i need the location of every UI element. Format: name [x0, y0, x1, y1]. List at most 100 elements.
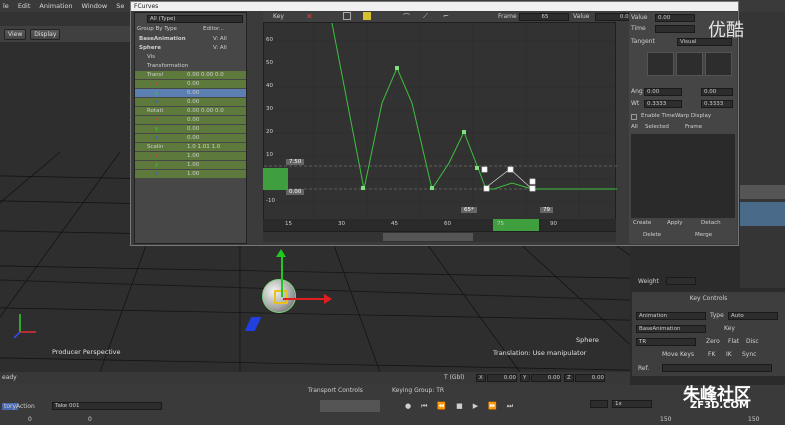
tangent-linear-icon[interactable]: ⟋ — [423, 12, 428, 21]
manipulator-x-arrow[interactable] — [324, 294, 332, 304]
tree-row[interactable]: Vis — [135, 53, 246, 61]
tree-row[interactable]: z 1.00 — [135, 170, 246, 178]
frame-button[interactable]: Frame — [685, 124, 702, 130]
stop-icon[interactable]: ■ — [456, 402, 463, 410]
ref-field[interactable] — [662, 364, 772, 372]
key-point[interactable] — [395, 66, 399, 70]
take-dropdown[interactable]: Take 001 — [52, 402, 162, 410]
play-icon[interactable]: ▶ — [473, 402, 478, 410]
menu-file[interactable]: le — [3, 2, 9, 10]
tree-row[interactable]: z 0.00 — [135, 98, 246, 106]
menu-animation[interactable]: Animation — [39, 2, 72, 10]
tree-row-value[interactable]: 0.00 0.00 0.0 — [187, 107, 224, 115]
tangent-handle[interactable] — [481, 166, 488, 173]
timewarp-checkbox[interactable] — [631, 114, 637, 120]
loop-icon[interactable] — [590, 400, 608, 408]
ang-field-right[interactable]: 0.00 — [701, 88, 733, 96]
graph-scrollbar[interactable] — [263, 232, 616, 242]
fcurve-y[interactable] — [303, 2, 617, 191]
tangent-preset-2[interactable] — [676, 52, 703, 76]
action-tab[interactable]: Action — [16, 403, 35, 410]
coord-x-field[interactable]: 0.00 — [487, 374, 517, 382]
merge-button[interactable]: Merge — [695, 232, 712, 238]
selected-key[interactable] — [483, 185, 490, 192]
coord-y-field[interactable]: 0.00 — [531, 374, 561, 382]
tree-row[interactable]: y 1.00 — [135, 161, 246, 169]
tree-row[interactable]: Transformation — [135, 62, 246, 70]
tree-row[interactable]: x 1.00 — [135, 152, 246, 160]
timeline-ruler[interactable]: 15 30 45 60 75 90 — [263, 219, 616, 231]
scrollbar-thumb[interactable] — [383, 233, 473, 241]
tree-row[interactable]: BaseAnimation V: All — [135, 35, 246, 43]
tree-row-value[interactable]: V: All — [213, 35, 227, 43]
tree-row[interactable]: Rotati 0.00 0.00 0.0 — [135, 107, 246, 115]
tree-row[interactable]: y 0.00 — [135, 89, 246, 97]
animation-dropdown[interactable]: Animation — [636, 312, 706, 320]
view-menu-button[interactable]: View — [4, 28, 27, 40]
tree-row-value[interactable]: 0.00 — [187, 80, 199, 88]
tree-row-value[interactable]: 0.00 0.00 0.0 — [187, 71, 224, 79]
value-range-bar[interactable] — [263, 168, 288, 190]
tangent-step-icon[interactable]: ⌐ — [443, 12, 449, 20]
tangent-preset-3[interactable] — [705, 52, 732, 76]
wt-field-right[interactable]: 0.3333 — [701, 100, 733, 108]
coord-z-field[interactable]: 0.00 — [575, 374, 605, 382]
timewarp-list[interactable] — [631, 134, 735, 218]
prop-value-field[interactable]: 0.00 — [655, 14, 695, 22]
disc-button[interactable]: Disc — [746, 338, 759, 345]
tree-row[interactable]: z 0.00 — [135, 134, 246, 142]
fcurve-svg[interactable] — [264, 2, 617, 233]
wt-field-left[interactable]: 0.3333 — [644, 100, 682, 108]
prev-key-icon[interactable]: ⏪ — [437, 402, 446, 410]
next-key-icon[interactable]: ⏩ — [488, 402, 497, 410]
tree-row-value[interactable]: 0.00 — [187, 98, 199, 106]
menu-window[interactable]: Window — [82, 2, 108, 10]
zero-button[interactable]: Zero — [706, 338, 720, 345]
manipulator-x-axis[interactable] — [283, 298, 325, 300]
tangent-handle[interactable] — [507, 166, 514, 173]
filter-dropdown[interactable]: All (Type) — [147, 15, 243, 23]
group-by-label[interactable]: Group By Type — [137, 26, 177, 32]
frame-all-icon[interactable] — [343, 12, 351, 20]
tree-row-value[interactable]: 1.00 — [187, 170, 199, 178]
lock-icon[interactable] — [363, 12, 371, 20]
prop-time-field[interactable] — [655, 25, 695, 33]
weight-field[interactable] — [666, 277, 696, 285]
keys-label[interactable]: Key — [724, 325, 735, 332]
ang-field-left[interactable]: 0.00 — [644, 88, 682, 96]
key-point[interactable] — [475, 166, 479, 170]
tree-row[interactable]: x 0.00 — [135, 116, 246, 124]
flat-button[interactable]: Flat — [728, 338, 739, 345]
tree-row-value[interactable]: 0.00 — [187, 125, 199, 133]
move-keys-button[interactable]: Move Keys — [662, 351, 694, 358]
tree-row-value[interactable]: 1.0 1.01 1.0 — [187, 143, 220, 151]
key-point[interactable] — [462, 130, 466, 134]
fk-button[interactable]: FK — [708, 351, 715, 358]
delete-key-icon[interactable]: ✕ — [306, 12, 313, 21]
sync-button[interactable]: Sync — [742, 351, 756, 358]
tree-row-value[interactable]: V: All — [213, 44, 227, 52]
tree-row-value[interactable]: 1.00 — [187, 161, 199, 169]
key-point[interactable] — [361, 186, 365, 190]
tree-row-value[interactable]: 0.00 — [187, 134, 199, 142]
create-button[interactable]: Create — [633, 220, 651, 226]
apply-button[interactable]: Apply — [667, 220, 683, 226]
tree-row-value[interactable]: 1.00 — [187, 152, 199, 160]
selected-label[interactable]: Selected — [645, 124, 669, 130]
ik-button[interactable]: IK — [726, 351, 732, 358]
record-icon[interactable]: ● — [405, 402, 411, 410]
delete-button[interactable]: Delete — [643, 232, 661, 238]
tree-row[interactable]: Sphere V: All — [135, 44, 246, 52]
tangent-curve-icon[interactable]: ⌒ — [403, 12, 410, 22]
tangent-handle[interactable] — [529, 178, 536, 185]
menu-settings[interactable]: Se — [116, 2, 124, 10]
tree-row-value[interactable]: 0.00 — [187, 116, 199, 124]
tree-row[interactable]: Scalin 1.0 1.01 1.0 — [135, 143, 246, 151]
fcurve-graph[interactable]: 6050403020100-10 7.50 0.00 — [263, 2, 617, 233]
frame-field[interactable]: 65 — [519, 13, 569, 21]
tangent-preset-1[interactable] — [647, 52, 674, 76]
display-menu-button[interactable]: Display — [30, 28, 61, 40]
editor-button[interactable]: Editor... — [203, 26, 224, 32]
detach-button[interactable]: Detach — [701, 220, 721, 226]
tree-row[interactable]: y 0.00 — [135, 125, 246, 133]
